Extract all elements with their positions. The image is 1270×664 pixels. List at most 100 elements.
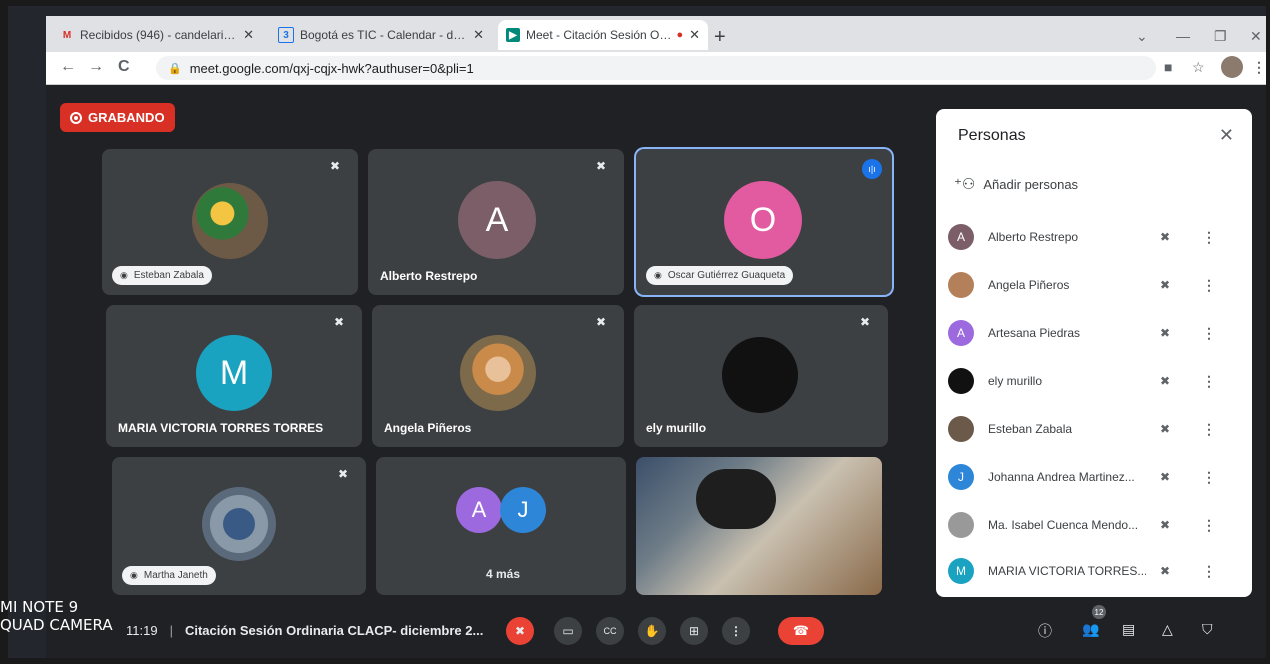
maximize-icon[interactable]: ❐ <box>1214 28 1227 45</box>
camera-watermark: MI NOTE 9 QUAD CAMERA <box>0 598 113 634</box>
people-icon[interactable]: 👥 <box>1082 621 1099 638</box>
captions-button[interactable]: CC <box>596 617 624 645</box>
participant-tile-active[interactable]: ı|ı O ◉ Oscar Gutiérrez Guaqueta <box>636 149 892 295</box>
close-icon[interactable]: ✕ <box>1219 125 1234 146</box>
record-icon <box>70 111 82 124</box>
participant-name: ely murillo <box>646 421 707 435</box>
tab-gmail[interactable]: M Recibidos (946) - candelaria@scr ✕ <box>52 20 262 50</box>
avatar: A <box>948 224 974 250</box>
participant-row[interactable]: A Artesana Piedras ✖ ⋮ <box>948 317 1240 349</box>
participant-name: Angela Piñeros <box>988 278 1070 292</box>
more-participants-tile[interactable]: A J 4 más <box>376 457 626 595</box>
participant-name: MARIA VICTORIA TORRES TORRES <box>118 421 324 435</box>
avatar-photo <box>202 487 276 561</box>
recording-label: GRABANDO <box>88 110 165 125</box>
more-options-icon[interactable]: ⋮ <box>1202 277 1216 294</box>
participant-row[interactable]: M MARIA VICTORIA TORRES... ✖ ⋮ <box>948 555 1240 587</box>
camera-icon[interactable]: ■ <box>1164 59 1172 75</box>
pin-icon: ◉ <box>130 570 138 580</box>
close-icon[interactable]: ✕ <box>243 27 254 43</box>
participant-row[interactable]: J Johanna Andrea Martinez... ✖ ⋮ <box>948 461 1240 493</box>
people-panel: Personas ✕ ⁺⚇ Añadir personas A Alberto … <box>936 109 1252 597</box>
muted-mic-icon: ✖ <box>334 315 345 329</box>
participant-tile[interactable]: ✖ M MARIA VICTORIA TORRES TORRES <box>106 305 362 447</box>
menu-icon[interactable]: ⋮ <box>1252 59 1266 76</box>
end-call-button[interactable]: ☎ <box>778 617 824 645</box>
add-people-button[interactable]: ⁺⚇ Añadir personas <box>954 175 1078 193</box>
participant-name: MARIA VICTORIA TORRES... <box>988 564 1146 578</box>
participant-row[interactable]: Angela Piñeros ✖ ⋮ <box>948 269 1240 301</box>
participant-tile[interactable]: ✖ A Alberto Restrepo <box>368 149 624 295</box>
bookmark-star-icon[interactable]: ☆ <box>1192 59 1205 76</box>
name-pill: ◉ Oscar Gutiérrez Guaqueta <box>646 266 794 285</box>
participant-tile[interactable]: ✖ Angela Piñeros <box>372 305 624 447</box>
address-bar[interactable]: 🔒 meet.google.com/qxj-cqjx-hwk?authuser=… <box>156 56 1156 80</box>
avatar-initial: J <box>500 487 546 533</box>
participant-tile[interactable]: ✖ ◉ Martha Janeth <box>112 457 366 595</box>
participant-name: ely murillo <box>988 374 1043 388</box>
more-options-icon[interactable]: ⋮ <box>1202 421 1216 438</box>
participant-name: Esteban Zabala <box>133 270 204 281</box>
name-pill: ◉ Esteban Zabala <box>112 266 212 285</box>
speaking-indicator-icon: ı|ı <box>862 159 882 179</box>
forward-icon[interactable]: → <box>88 58 104 76</box>
avatar-initial: A <box>456 487 502 533</box>
avatar <box>948 368 974 394</box>
participant-row[interactable]: Esteban Zabala ✖ ⋮ <box>948 413 1240 445</box>
participant-name: Johanna Andrea Martinez... <box>988 470 1135 484</box>
monitor-screen: M Recibidos (946) - candelaria@scr ✕ 3 B… <box>8 6 1266 658</box>
meeting-info: 11:19 | Citación Sesión Ordinaria CLACP-… <box>126 623 483 638</box>
participant-row[interactable]: ely murillo ✖ ⋮ <box>948 365 1240 397</box>
participant-row[interactable]: A Alberto Restrepo ✖ ⋮ <box>948 221 1240 253</box>
raise-hand-button[interactable]: ✋ <box>638 617 666 645</box>
more-options-icon[interactable]: ⋮ <box>1202 517 1216 534</box>
activities-icon[interactable]: △ <box>1162 621 1173 638</box>
participant-name: Ma. Isabel Cuenca Mendo... <box>988 518 1139 532</box>
tab-calendar[interactable]: 3 Bogotá es TIC - Calendar - dicien ✕ <box>270 20 492 50</box>
muted-mic-icon: ✖ <box>596 315 607 329</box>
participant-tile[interactable]: ✖ ◉ Esteban Zabala <box>102 149 358 295</box>
reload-icon[interactable]: C <box>118 58 130 76</box>
meet-control-bar: 11:19 | Citación Sesión Ordinaria CLACP-… <box>46 605 1266 658</box>
profile-avatar[interactable] <box>1221 56 1243 78</box>
clock-time: 11:19 <box>126 623 158 638</box>
close-icon[interactable]: ✕ <box>473 27 484 43</box>
watermark-line: MI NOTE 9 <box>0 598 79 616</box>
self-video-tile[interactable] <box>636 457 882 595</box>
close-window-icon[interactable]: ✕ <box>1250 28 1262 45</box>
new-tab-button[interactable]: + <box>714 26 726 49</box>
close-icon[interactable]: ✕ <box>689 27 700 43</box>
video-face-mask <box>696 469 776 529</box>
meet-stage: GRABANDO ✖ ◉ Esteban Zabala ✖ A Alberto … <box>46 85 1266 658</box>
meet-icon: ▶ <box>506 28 520 42</box>
avatar <box>948 416 974 442</box>
muted-mic-icon: ✖ <box>860 315 871 329</box>
more-options-icon[interactable]: ⋮ <box>1202 373 1216 390</box>
minimize-icon[interactable]: — <box>1176 28 1190 44</box>
calendar-icon: 3 <box>278 27 294 43</box>
avatar: M <box>948 558 974 584</box>
participant-name: Alberto Restrepo <box>380 269 478 283</box>
info-icon[interactable]: ⓘ <box>1038 621 1052 641</box>
participant-name: Oscar Gutiérrez Guaqueta <box>667 270 786 281</box>
mic-off-button[interactable]: ✖ <box>506 617 534 645</box>
participant-name: Alberto Restrepo <box>988 230 1079 244</box>
more-options-icon[interactable]: ⋮ <box>1202 469 1216 486</box>
participant-row[interactable]: Ma. Isabel Cuenca Mendo... ✖ ⋮ <box>948 509 1240 541</box>
host-controls-icon[interactable]: ⛉ <box>1202 621 1213 638</box>
camera-button[interactable]: ▭ <box>554 617 582 645</box>
participant-tile[interactable]: ✖ ely murillo <box>634 305 888 447</box>
back-icon[interactable]: ← <box>60 58 76 76</box>
tab-search-icon[interactable]: ⌄ <box>1136 28 1148 45</box>
add-person-icon: ⁺⚇ <box>954 176 976 193</box>
muted-mic-icon: ✖ <box>1160 564 1171 578</box>
more-options-icon[interactable]: ⋮ <box>1202 563 1216 580</box>
chat-icon[interactable]: ▤ <box>1122 621 1135 638</box>
more-options-button[interactable]: ⋮ <box>722 617 750 645</box>
avatar-photo <box>460 335 536 411</box>
tab-meet[interactable]: ▶ Meet - Citación Sesión Ordin ● ✕ <box>498 20 708 50</box>
present-screen-button[interactable]: ⊞ <box>680 617 708 645</box>
more-options-icon[interactable]: ⋮ <box>1202 229 1216 246</box>
more-options-icon[interactable]: ⋮ <box>1202 325 1216 342</box>
muted-mic-icon: ✖ <box>1160 374 1171 388</box>
